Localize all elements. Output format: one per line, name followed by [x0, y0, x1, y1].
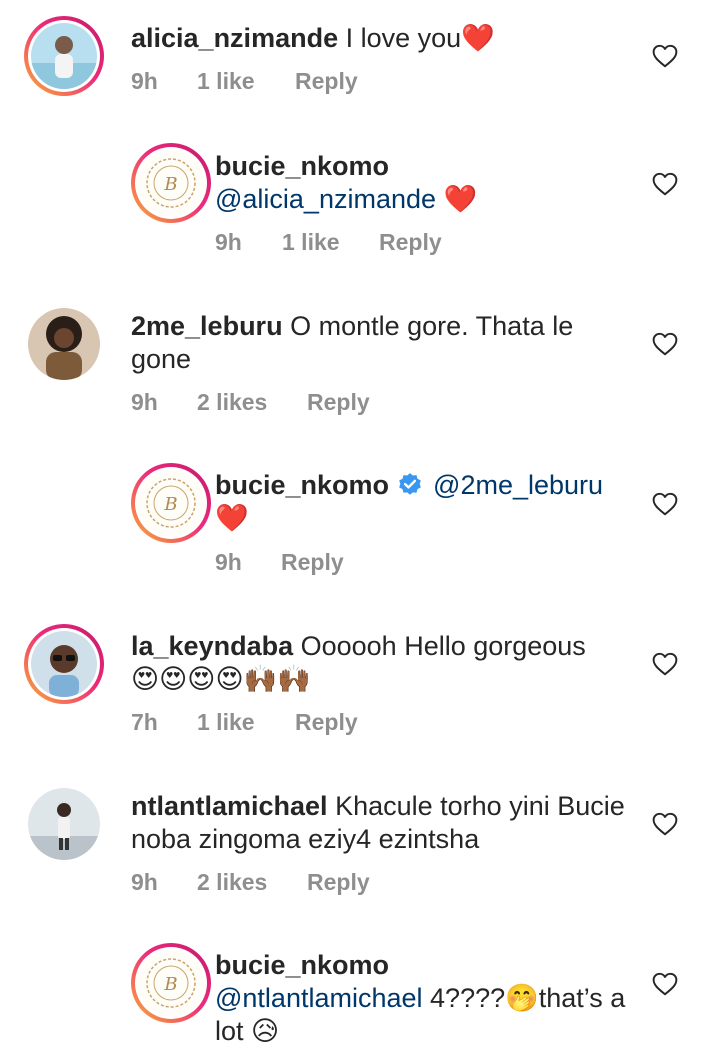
heart-outline-icon[interactable] [652, 332, 678, 356]
svg-text:B: B [163, 174, 177, 195]
like-count[interactable]: 1 like [197, 68, 255, 95]
comment-text: 4???? [430, 983, 506, 1013]
comment-body: 2me_leburu O montle gore. Thata le gone [131, 310, 640, 376]
username[interactable]: bucie_nkomo [215, 470, 389, 500]
heart-outline-icon[interactable] [652, 44, 678, 68]
comment-body: bucie_nkomo @ntlantlamichael 4????🤭that’… [215, 949, 640, 1048]
comment-body: bucie_nkomo @alicia_nzimande ❤️ [215, 150, 640, 216]
comment-body: la_keyndaba Oooooh Hello gorgeous 😍😍😍😍🙌🏾… [131, 630, 640, 696]
username[interactable]: alicia_nzimande [131, 23, 338, 53]
heart-emoji: ❤️ [461, 23, 495, 54]
heart-emoji: ❤️ [215, 503, 249, 534]
user-avatar[interactable]: B [131, 143, 211, 223]
comment-body: bucie_nkomo @2me_leburu ❤️ [215, 469, 640, 535]
timestamp: 7h [131, 709, 158, 735]
reply-button[interactable]: Reply [379, 229, 442, 256]
heart-outline-icon[interactable] [652, 812, 678, 836]
reply-button[interactable]: Reply [295, 709, 358, 736]
comment-text: I love you [345, 23, 462, 53]
svg-text:B: B [163, 494, 177, 515]
verified-badge-icon [397, 472, 423, 498]
username[interactable]: ntlantlamichael [131, 791, 328, 821]
mention-link[interactable]: @ntlantlamichael [215, 983, 423, 1013]
mention-link[interactable]: @alicia_nzimande [215, 184, 436, 214]
timestamp: 9h [131, 389, 158, 415]
heart-emoji: ❤️ [443, 184, 478, 215]
timestamp: 9h [131, 68, 158, 94]
user-avatar[interactable] [24, 784, 104, 864]
heart-outline-icon[interactable] [652, 652, 678, 676]
like-count[interactable]: 2 likes [197, 389, 267, 416]
username[interactable]: bucie_nkomo [215, 950, 389, 980]
comment-text: Oooooh Hello gorgeous [300, 631, 586, 661]
user-avatar[interactable] [24, 16, 104, 96]
timestamp: 9h [215, 549, 242, 575]
heart-outline-icon[interactable] [652, 492, 678, 516]
reply-button[interactable]: Reply [307, 389, 370, 416]
user-avatar[interactable] [24, 624, 104, 704]
svg-text:B: B [163, 974, 177, 995]
hand-over-mouth-emoji: 🤭 [505, 983, 539, 1014]
username[interactable]: bucie_nkomo [215, 151, 389, 181]
username[interactable]: la_keyndaba [131, 631, 293, 661]
emoji-reaction: 😍😍😍😍🙌🏾🙌🏾 [131, 664, 311, 695]
sad-emoji: 😥 [251, 1016, 280, 1047]
timestamp: 9h [215, 229, 242, 255]
heart-outline-icon[interactable] [652, 972, 678, 996]
mention-link[interactable]: @2me_leburu [433, 470, 603, 500]
like-count[interactable]: 2 likes [197, 869, 267, 896]
like-count[interactable]: 1 like [282, 229, 340, 256]
heart-outline-icon[interactable] [652, 172, 678, 196]
user-avatar[interactable]: B [131, 943, 211, 1023]
username[interactable]: 2me_leburu [131, 311, 283, 341]
reply-button[interactable]: Reply [307, 869, 370, 896]
reply-button[interactable]: Reply [295, 68, 358, 95]
comment-body: ntlantlamichael Khacule torho yini Bucie… [131, 790, 640, 856]
reply-button[interactable]: Reply [281, 549, 344, 576]
user-avatar[interactable]: B [131, 463, 211, 543]
timestamp: 9h [131, 869, 158, 895]
user-avatar[interactable] [24, 304, 104, 384]
comment-body: alicia_nzimande I love you❤️ [131, 22, 640, 55]
like-count[interactable]: 1 like [197, 709, 255, 736]
